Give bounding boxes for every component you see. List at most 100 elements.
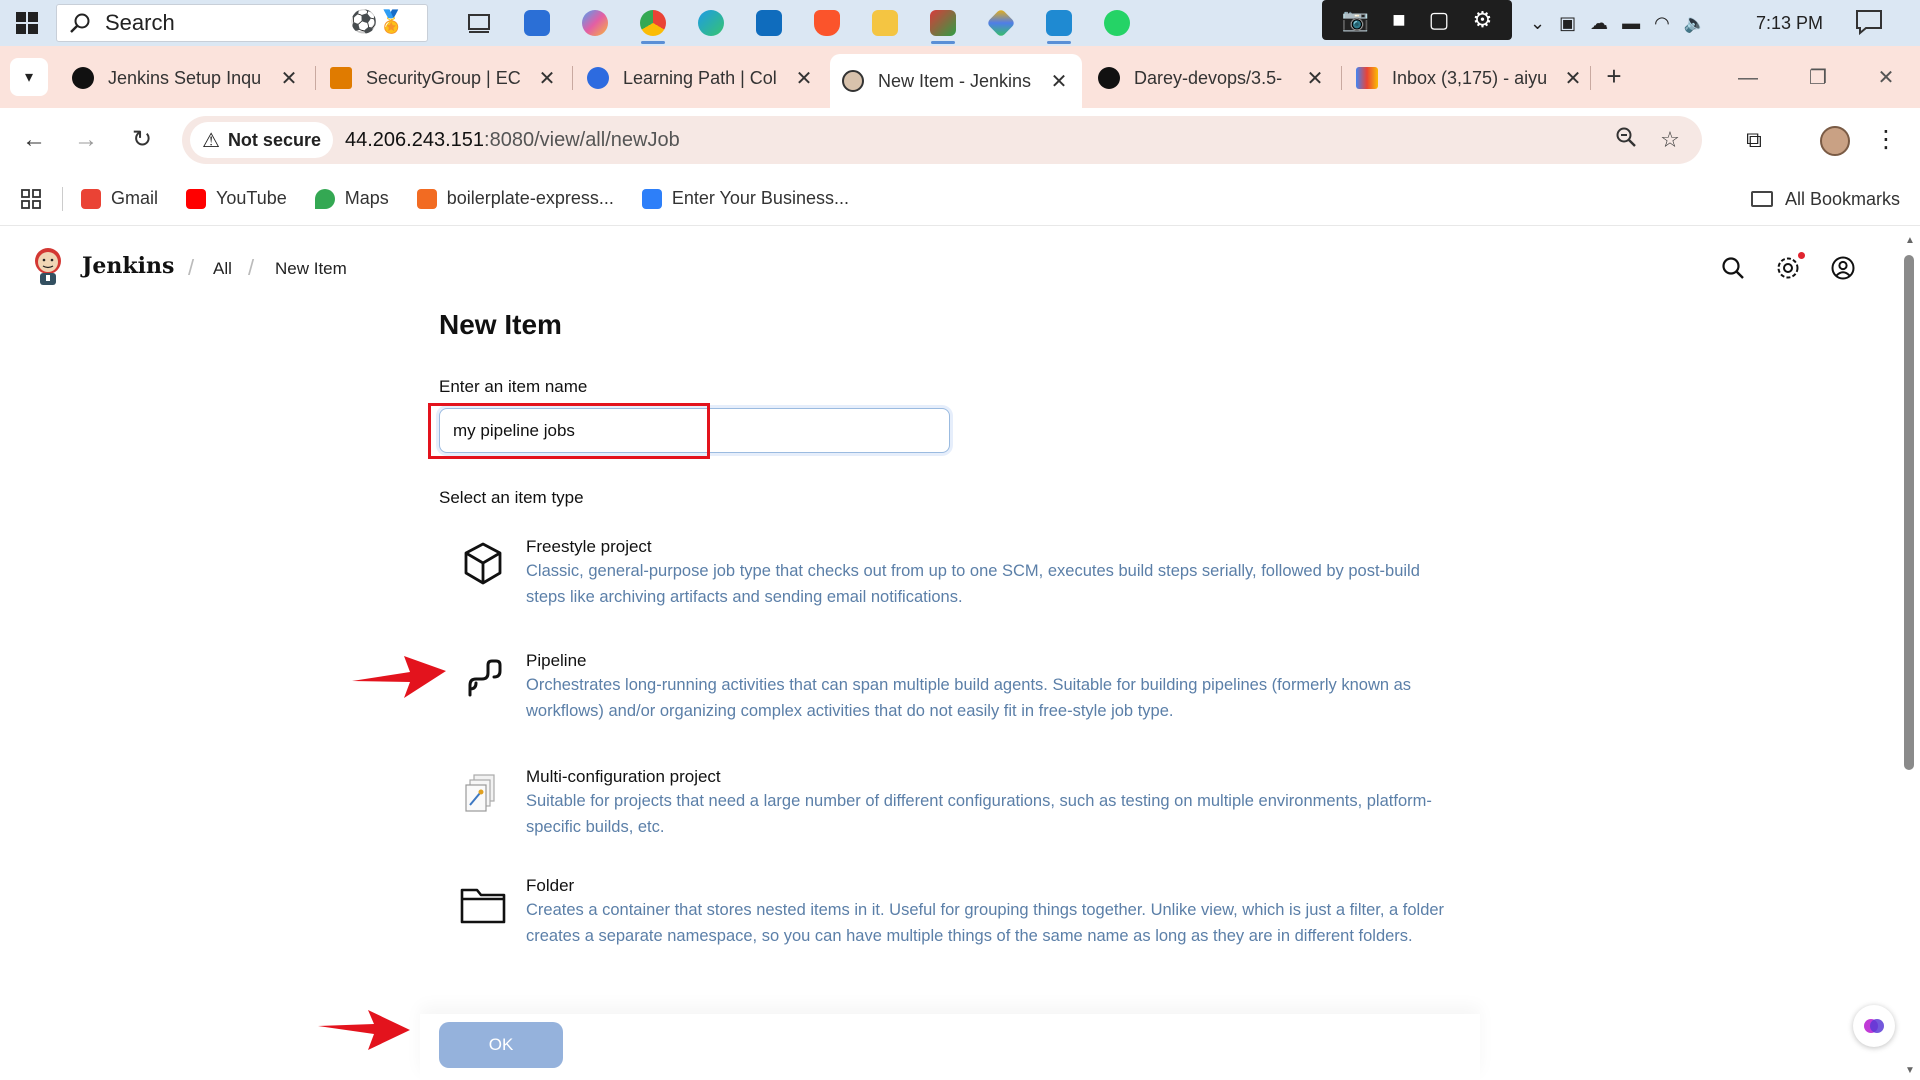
tab-divider xyxy=(1590,66,1591,90)
breadcrumb-all[interactable]: All xyxy=(213,259,232,279)
profile-avatar[interactable] xyxy=(1820,126,1850,156)
volume-icon[interactable]: 🔈 xyxy=(1684,13,1706,34)
onedrive-icon[interactable]: ☁ xyxy=(1590,13,1608,34)
camera-icon[interactable]: 📷 xyxy=(1342,7,1369,33)
close-window-button[interactable]: ✕ xyxy=(1866,58,1906,98)
tab-search-button[interactable]: ▾ xyxy=(10,58,48,96)
whatsapp-icon[interactable] xyxy=(1088,0,1146,46)
tab-learning-path[interactable]: Learning Path | Col ✕ xyxy=(575,56,827,100)
tab-jenkins-setup[interactable]: Jenkins Setup Inqu ✕ xyxy=(60,56,312,100)
restore-button[interactable]: ❐ xyxy=(1798,58,1838,98)
bookmark-label: Maps xyxy=(344,188,389,208)
gmail-icon xyxy=(81,188,101,209)
taskbar-search-placeholder: Search xyxy=(105,10,175,35)
video-record-icon[interactable]: ■ xyxy=(1392,7,1405,33)
item-type-freestyle[interactable]: Freestyle project Classic, general-purpo… xyxy=(440,537,1440,617)
tab-new-item-jenkins[interactable]: New Item - Jenkins ✕ xyxy=(830,54,1082,108)
tab-gmail-inbox[interactable]: Inbox (3,175) - aiyu ✕ xyxy=(1344,56,1596,100)
tab-github[interactable]: Darey-devops/3.5- ✕ xyxy=(1086,56,1338,100)
screen-tool-icon[interactable] xyxy=(914,0,972,46)
breadcrumb-new-item[interactable]: New Item xyxy=(275,259,347,279)
screen-capture-toolbar[interactable]: 📷 ■ ▢ ⚙ xyxy=(1322,0,1512,40)
minimize-button[interactable]: — xyxy=(1728,58,1768,98)
bookmark-gmail[interactable]: Gmail xyxy=(81,188,158,209)
jenkins-logo-icon[interactable] xyxy=(30,245,66,289)
taskbar-search-box[interactable]: Search ⚽🏅 xyxy=(56,4,428,42)
all-bookmarks-label: All Bookmarks xyxy=(1784,188,1900,209)
jenkins-brand[interactable]: Jenkins xyxy=(82,253,174,279)
copilot-icon[interactable] xyxy=(566,0,624,46)
scrollbar-thumb[interactable] xyxy=(1904,255,1914,770)
battery-icon[interactable]: ▬ xyxy=(1622,13,1640,34)
bookmark-youtube[interactable]: YouTube xyxy=(186,188,287,209)
bookmark-label: YouTube xyxy=(216,188,287,208)
close-icon[interactable]: ✕ xyxy=(1048,69,1070,94)
microsoft-store-icon[interactable] xyxy=(508,0,566,46)
file-explorer-icon[interactable] xyxy=(856,0,914,46)
all-bookmarks-button[interactable]: All Bookmarks xyxy=(1750,172,1900,226)
folder-icon xyxy=(1750,191,1773,207)
item-name-label: Enter an item name xyxy=(439,377,588,396)
forward-arrow-icon[interactable]: → xyxy=(66,120,106,160)
close-icon[interactable]: ✕ xyxy=(1562,66,1584,91)
item-type-pipeline[interactable]: Pipeline Orchestrates long-running activ… xyxy=(440,651,1440,731)
ok-button[interactable]: OK xyxy=(439,1022,563,1068)
gear-icon[interactable]: ⚙ xyxy=(1473,7,1493,33)
zoom-icon[interactable] xyxy=(1604,126,1648,154)
bookmark-boilerplate-express[interactable]: boilerplate-express... xyxy=(416,188,614,209)
notification-icon[interactable] xyxy=(1854,8,1884,36)
chevron-down-icon: ▾ xyxy=(24,69,34,86)
dev-tool-icon[interactable] xyxy=(972,0,1030,46)
url-text[interactable]: 44.206.243.151:8080/view/all/newJob xyxy=(345,129,1604,152)
address-bar[interactable]: ⚠ Not secure 44.206.243.151:8080/view/al… xyxy=(182,116,1702,164)
search-icon[interactable] xyxy=(1720,255,1746,281)
user-account-icon[interactable] xyxy=(1830,255,1856,281)
bookmarks-bar: Gmail YouTube Maps boilerplate-express..… xyxy=(0,172,1920,226)
window-capture-icon[interactable]: ▢ xyxy=(1429,7,1450,33)
security-chip[interactable]: ⚠ Not secure xyxy=(190,122,333,158)
outlook-icon[interactable] xyxy=(740,0,798,46)
item-type-name: Folder xyxy=(526,876,575,895)
close-icon[interactable]: ✕ xyxy=(278,66,300,91)
edge-icon[interactable] xyxy=(682,0,740,46)
scroll-down-icon[interactable]: ▼ xyxy=(1905,1065,1915,1076)
vscode-icon[interactable] xyxy=(1030,0,1088,46)
reload-icon[interactable]: ↻ xyxy=(122,120,162,160)
new-tab-button[interactable]: + xyxy=(1600,62,1628,90)
bookmark-divider xyxy=(62,186,63,211)
tab-divider xyxy=(315,66,316,90)
wifi-icon[interactable]: ◠ xyxy=(1654,13,1670,34)
menu-kebab-icon[interactable]: ⋮ xyxy=(1874,120,1898,160)
windows-start-icon[interactable] xyxy=(0,0,54,46)
item-type-folder[interactable]: Folder Creates a container that stores n… xyxy=(440,876,1444,986)
close-icon[interactable]: ✕ xyxy=(793,66,815,91)
bookmark-label: Gmail xyxy=(111,188,159,208)
gear-icon[interactable] xyxy=(1775,255,1801,281)
brave-icon[interactable] xyxy=(798,0,856,46)
close-icon[interactable]: ✕ xyxy=(1304,66,1326,91)
close-icon[interactable]: ✕ xyxy=(536,66,558,91)
bookmark-enter-your-business[interactable]: Enter Your Business... xyxy=(641,188,849,209)
chrome-icon[interactable] xyxy=(624,0,682,46)
item-type-name: Freestyle project xyxy=(526,537,652,556)
openai-icon xyxy=(72,67,94,89)
bookmark-maps[interactable]: Maps xyxy=(314,188,389,209)
chevron-up-icon[interactable]: ⌄ xyxy=(1530,13,1545,34)
security-label: Not secure xyxy=(227,129,321,150)
tab-security-group[interactable]: SecurityGroup | EC ✕ xyxy=(318,56,570,100)
back-arrow-icon[interactable]: ← xyxy=(14,120,54,160)
windows-taskbar: Search ⚽🏅 📷 ■ ▢ ⚙ ⌄ ▣ ☁ ▬ ◠ 🔈 7:13 PM xyxy=(0,0,1920,46)
extensions-puzzle-icon[interactable]: ⧉ xyxy=(1736,122,1772,158)
scroll-up-icon[interactable]: ▲ xyxy=(1905,235,1915,246)
clock[interactable]: 7:13 PM xyxy=(1756,0,1823,46)
tab-title: Inbox (3,175) - aiyu xyxy=(1392,67,1548,88)
task-view-icon[interactable] xyxy=(450,0,508,46)
item-type-multi-configuration[interactable]: Multi-configuration project Suitable for… xyxy=(440,767,1440,847)
multi-config-icon xyxy=(465,774,495,812)
meet-now-icon[interactable]: ▣ xyxy=(1559,13,1576,34)
bookmark-star-icon[interactable]: ☆ xyxy=(1648,127,1692,153)
cube-icon xyxy=(464,542,502,585)
floating-extension-button[interactable] xyxy=(1853,1005,1895,1047)
apps-grid-icon[interactable] xyxy=(0,172,62,226)
annotation-arrow-icon xyxy=(318,1010,410,1050)
